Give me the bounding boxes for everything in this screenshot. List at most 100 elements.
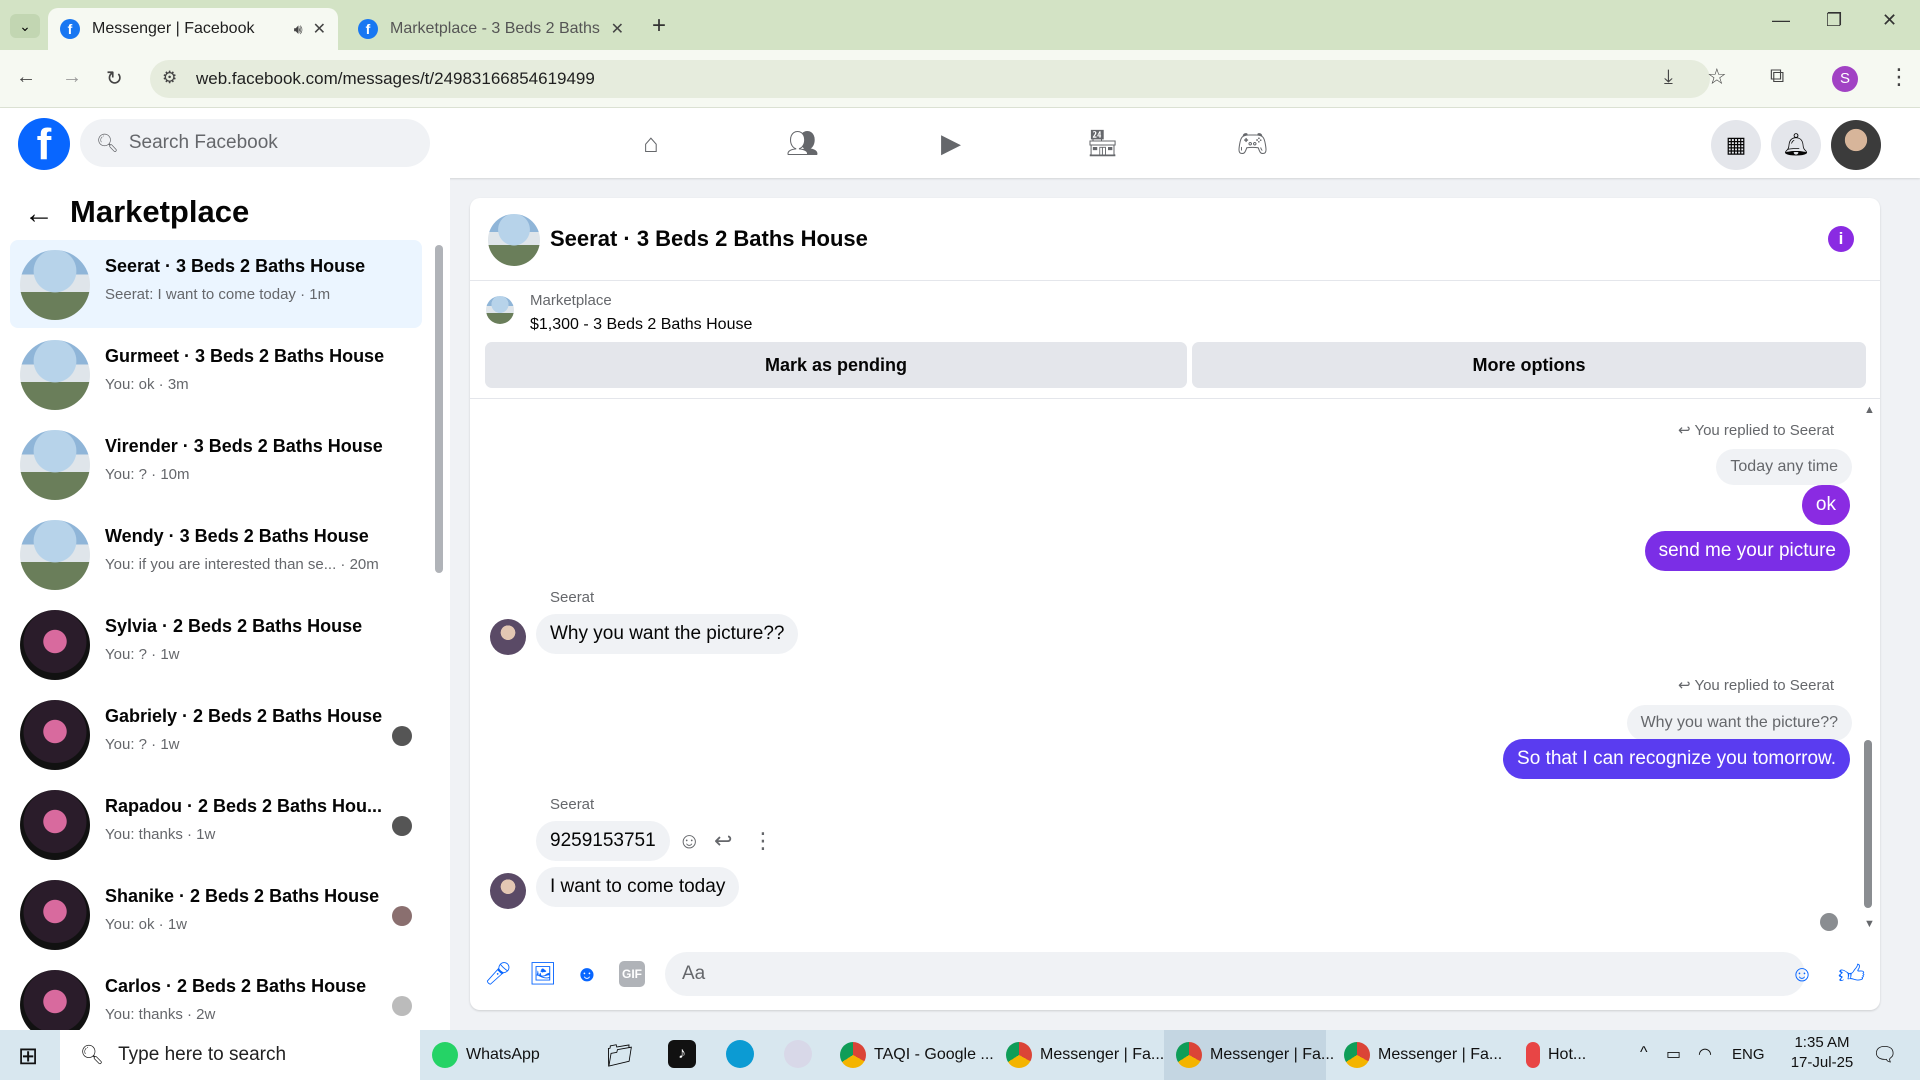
more-actions-icon[interactable]: ⋮ <box>752 828 774 854</box>
taskbar-app-chrome[interactable]: Messenger | Fa... <box>1344 1030 1502 1080</box>
conversation-name: Shanike · 2 Beds 2 Baths House <box>105 886 380 906</box>
forward-icon[interactable]: → <box>62 66 82 89</box>
facebook-logo-icon[interactable]: f <box>18 118 70 170</box>
language-indicator[interactable]: ENG <box>1732 1046 1765 1063</box>
conversation-preview: You: if you are interested than se... · … <box>105 556 379 573</box>
sender-name: Seerat <box>550 796 595 813</box>
taskbar-app-chrome[interactable]: Messenger | Fa... <box>1006 1030 1164 1080</box>
sent-message[interactable]: send me your picture <box>1644 531 1850 571</box>
divider <box>470 398 1880 399</box>
app-icon[interactable] <box>784 1040 812 1068</box>
conversation-item[interactable]: Gurmeet · 3 Beds 2 Baths House You: ok ·… <box>10 330 422 418</box>
scroll-up-icon[interactable]: ▲ <box>1864 404 1875 416</box>
quoted-message[interactable]: Today any time <box>1716 449 1852 485</box>
conversation-item[interactable]: Wendy · 3 Beds 2 Baths House You: if you… <box>10 510 422 598</box>
react-smiley-icon[interactable]: ☺ <box>678 828 700 854</box>
conversation-preview: Seerat: I want to come today · 1m <box>105 286 331 303</box>
photo-icon[interactable]: 🖼︎ <box>529 961 557 987</box>
close-tab-icon[interactable]: ✕ <box>611 19 624 39</box>
conversation-item[interactable]: Rapadou · 2 Beds 2 Baths Hou... You: tha… <box>10 780 422 868</box>
new-tab-icon[interactable]: + <box>652 12 666 40</box>
facebook-search-input[interactable]: 🔍︎ Search Facebook <box>80 119 430 167</box>
menu-grid-icon[interactable]: ▦ <box>1711 120 1761 170</box>
clock[interactable]: 1:35 AM 17-Jul-25 <box>1780 1034 1864 1071</box>
search-icon: 🔍︎ <box>80 1045 105 1066</box>
sender-avatar[interactable] <box>490 619 526 655</box>
home-icon[interactable]: ⌂ <box>636 128 666 158</box>
windows-start-icon[interactable]: ⊞ <box>18 1042 38 1071</box>
taskbar-search-input[interactable]: 🔍︎ Type here to search <box>60 1030 420 1080</box>
friends-icon[interactable]: 👥︎ <box>786 128 819 158</box>
emoji-icon[interactable]: ☺ <box>1789 961 1815 987</box>
edge-icon[interactable] <box>726 1040 754 1068</box>
back-arrow-icon[interactable]: ← <box>24 197 54 231</box>
video-icon[interactable]: ▶︎ <box>936 128 966 158</box>
taskbar-app-chrome[interactable]: TAQI - Google ... <box>840 1030 994 1080</box>
wifi-icon[interactable]: ◠ <box>1698 1044 1712 1064</box>
marketplace-icon[interactable]: 🏪︎ <box>1086 128 1119 158</box>
conversation-item[interactable]: Shanike · 2 Beds 2 Baths House You: ok ·… <box>10 870 422 958</box>
chat-title[interactable]: Seerat · 3 Beds 2 Baths House <box>550 226 868 252</box>
tab-title: Marketplace - 3 Beds 2 Baths H <box>390 20 601 37</box>
facebook-favicon-icon: f <box>60 19 80 39</box>
sent-message[interactable]: So that I can recognize you tomorrow. <box>1503 739 1850 779</box>
profile-avatar[interactable]: S <box>1832 66 1858 92</box>
received-message[interactable]: Why you want the picture?? <box>536 614 799 654</box>
tab-messenger[interactable]: f Messenger | Facebook 🔊︎ ✕ <box>48 8 338 50</box>
tray-chevron-icon[interactable]: ^ <box>1640 1044 1648 1062</box>
sticker-icon[interactable]: ☻ <box>574 961 600 987</box>
notifications-bell-icon[interactable]: 🔔︎ <box>1771 120 1821 170</box>
conversation-item[interactable]: Seerat · 3 Beds 2 Baths House Seerat: I … <box>10 240 422 328</box>
sender-avatar[interactable] <box>490 873 526 909</box>
conversation-item[interactable]: Virender · 3 Beds 2 Baths House You: ? ·… <box>10 420 422 508</box>
reload-icon[interactable]: ↻ <box>106 66 123 91</box>
chat-scrollbar[interactable] <box>1864 740 1872 908</box>
account-avatar[interactable] <box>1831 120 1881 170</box>
conversation-preview: You: ok · 1w <box>105 916 187 933</box>
close-tab-icon[interactable]: ✕ <box>313 19 326 39</box>
file-explorer-icon[interactable]: 📁︎ <box>606 1043 634 1069</box>
install-app-icon[interactable]: ⤓ <box>1664 66 1673 89</box>
scroll-down-icon[interactable]: ▼ <box>1864 918 1875 930</box>
site-info-icon[interactable]: ⚙︎ <box>162 68 177 88</box>
tiktok-icon[interactable]: ♪ <box>668 1040 696 1068</box>
listing-thumbnail <box>20 250 90 320</box>
facebook-favicon-icon: f <box>358 19 378 39</box>
speaker-icon[interactable]: 🔊︎ <box>294 21 303 38</box>
taskbar-app-whatsapp[interactable]: WhatsApp <box>432 1030 540 1080</box>
conversation-item[interactable]: Carlos · 2 Beds 2 Baths House You: thank… <box>10 960 422 1030</box>
taskbar-app-label: Messenger | Fa... <box>1378 1046 1503 1063</box>
gaming-icon[interactable]: 🎮︎ <box>1236 128 1269 158</box>
reply-arrow-icon[interactable]: ↩ <box>714 828 732 854</box>
taskbar-weather[interactable]: Hot... <box>1526 1030 1586 1080</box>
tab-search-icon[interactable]: ⌄ <box>10 14 40 38</box>
mark-as-pending-button[interactable]: Mark as pending <box>485 342 1187 388</box>
bookmark-star-icon[interactable]: ☆ <box>1707 64 1727 90</box>
close-window-icon[interactable]: ✕ <box>1882 10 1897 31</box>
battery-icon[interactable]: ▭ <box>1666 1044 1681 1064</box>
back-icon[interactable]: ← <box>16 66 36 89</box>
restore-icon[interactable]: ❐ <box>1826 10 1842 31</box>
quoted-message[interactable]: Why you want the picture?? <box>1626 705 1852 741</box>
conversation-item[interactable]: Sylvia · 2 Beds 2 Baths House You: ? · 1… <box>10 600 422 688</box>
minimize-icon[interactable]: — <box>1772 10 1790 31</box>
chrome-icon <box>1006 1042 1032 1068</box>
received-message[interactable]: I want to come today <box>536 867 740 907</box>
tab-marketplace[interactable]: f Marketplace - 3 Beds 2 Baths H ✕ <box>346 8 636 50</box>
taskbar-app-chrome[interactable]: Messenger | Fa... <box>1164 1030 1334 1080</box>
message-input[interactable] <box>665 952 1805 996</box>
extensions-icon[interactable]: ⧉ <box>1770 65 1784 88</box>
menu-kebab-icon[interactable]: ⋮ <box>1888 64 1910 90</box>
sent-message[interactable]: ok <box>1801 485 1850 525</box>
received-message[interactable]: 9259153751 <box>536 821 670 861</box>
more-options-button[interactable]: More options <box>1192 342 1866 388</box>
like-thumb-icon[interactable]: 👍︎ <box>1838 961 1865 987</box>
conversation-item[interactable]: Gabriely · 2 Beds 2 Baths House You: ? ·… <box>10 690 422 778</box>
chat-listing-avatar[interactable] <box>488 214 540 266</box>
microphone-icon[interactable]: 🎤︎ <box>484 961 512 987</box>
gif-icon[interactable]: GIF <box>619 961 645 987</box>
marketplace-item[interactable]: $1,300 - 3 Beds 2 Baths House <box>530 316 752 334</box>
sidebar-scrollbar[interactable] <box>435 245 443 573</box>
notifications-icon[interactable]: 🗨︎ <box>1872 1042 1897 1067</box>
info-icon[interactable]: i <box>1828 226 1854 252</box>
